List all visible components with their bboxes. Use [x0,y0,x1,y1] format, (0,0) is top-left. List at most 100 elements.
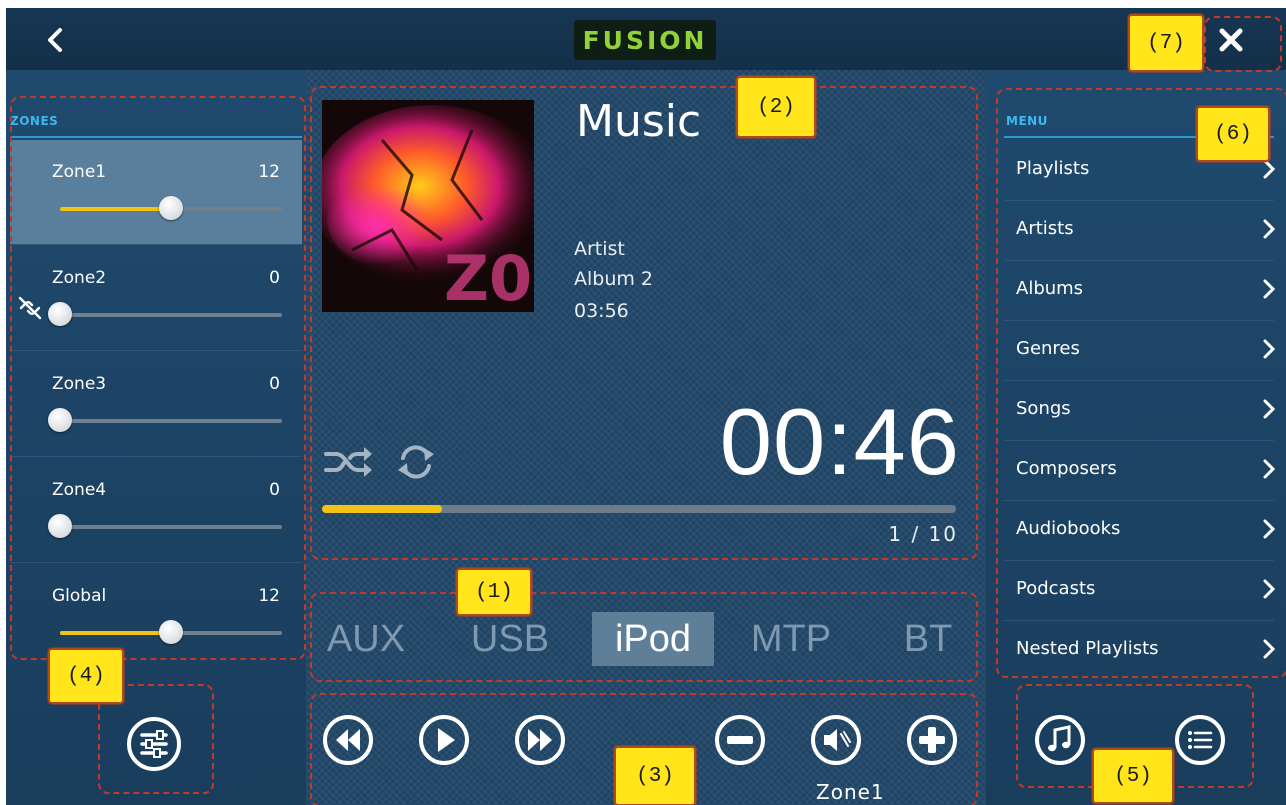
zone-volume-value: 12 [258,586,280,606]
chevron-right-icon [1263,519,1276,539]
source-ipod[interactable]: iPod [592,612,714,666]
volume-down-button[interactable] [714,714,766,766]
source-usb[interactable]: USB [460,612,560,666]
fusion-app-window: FUSION ZONES Zone1 12 Zone2 0 Zone3 0 Zo… [6,8,1286,805]
fast-forward-icon [515,715,565,765]
chevron-right-icon [1263,219,1276,239]
fast-forward-button[interactable] [514,714,566,766]
now-playing-title: Music [576,96,702,147]
album-name: Album 2 [574,268,654,290]
zones-heading-divider [10,136,302,138]
zone-volume-value: 0 [269,480,280,500]
menu-item-label: Artists [1016,218,1074,239]
close-icon [1219,28,1243,52]
artist-name: Artist [574,238,625,260]
menu-item-composers[interactable]: Composers [1004,440,1276,501]
callout-label-4: (4) [48,648,124,704]
album-art-image: Z0 [322,100,534,312]
menu-item-audiobooks[interactable]: Audiobooks [1004,500,1276,561]
slider-knob[interactable] [159,196,183,220]
list-icon [1175,715,1225,765]
zone-row-zone1[interactable]: Zone1 12 [10,140,302,245]
play-button[interactable] [418,714,470,766]
zone-volume-value: 0 [269,268,280,288]
rewind-icon [323,715,373,765]
slider-knob[interactable] [48,408,72,432]
menu-item-label: Composers [1016,458,1117,479]
chevron-right-icon [1263,579,1276,599]
zone-row-zone3[interactable]: Zone3 0 [10,352,302,457]
chevron-right-icon [1263,399,1276,419]
slider-knob[interactable] [48,514,72,538]
zone-volume-slider[interactable] [48,408,282,432]
zone-name: Zone1 [52,162,107,182]
chevron-right-icon [1263,459,1276,479]
menu-item-podcasts[interactable]: Podcasts [1004,560,1276,621]
menu-item-songs[interactable]: Songs [1004,380,1276,441]
menu-item-label: Audiobooks [1016,518,1121,539]
callout-label-7: (7) [1128,14,1204,72]
slider-fill [60,207,171,211]
back-button[interactable] [36,20,76,60]
track-duration: 03:56 [574,300,629,322]
chevron-right-icon [1263,339,1276,359]
close-button[interactable] [1206,18,1256,62]
zone-name: Zone4 [52,480,107,500]
top-bar: FUSION [6,8,1286,71]
callout-label-2: (2) [736,76,816,138]
shuffle-icon[interactable] [322,442,374,482]
source-mtp[interactable]: MTP [736,612,846,666]
list-view-button[interactable] [1174,714,1226,766]
menu-item-genres[interactable]: Genres [1004,320,1276,381]
menu-item-albums[interactable]: Albums [1004,260,1276,321]
zone-volume-slider[interactable] [48,302,282,326]
menu-item-label: Songs [1016,398,1071,419]
plus-icon [907,715,957,765]
mute-icon [811,715,861,765]
zones-heading: ZONES [10,114,59,128]
track-progress-fill [322,505,443,513]
callout-label-6: (6) [1196,106,1270,162]
zone-name: Zone3 [52,374,107,394]
menu-item-label: Podcasts [1016,578,1096,599]
chevron-right-icon [1263,639,1276,659]
music-note-icon [1035,715,1085,765]
zone-volume-slider[interactable] [60,620,282,644]
chevron-right-icon [1263,279,1276,299]
zone-row-zone4[interactable]: Zone4 0 [10,458,302,563]
volume-up-button[interactable] [906,714,958,766]
source-selector: AUX USB iPod MTP BT [316,600,976,680]
controls-zone-label: Zone1 [816,780,885,804]
menu-panel: MENU Playlists Artists Albums Genres Son… [986,70,1286,805]
equalizer-settings-button[interactable] [124,714,184,774]
fusion-logo: FUSION [574,20,716,60]
zone-volume-slider[interactable] [60,196,282,220]
source-bt[interactable]: BT [888,612,968,666]
slider-knob[interactable] [48,302,72,326]
callout-label-5: (5) [1092,748,1174,804]
track-progress-bar[interactable] [322,505,956,513]
zone-row-zone2[interactable]: Zone2 0 [10,246,302,351]
callout-label-1: (1) [456,568,532,616]
menu-heading: MENU [1006,114,1048,128]
now-playing-panel: Z0 Music Artist Album 2 03:56 00:46 1 / … [306,70,986,805]
menu-item-artists[interactable]: Artists [1004,200,1276,261]
menu-item-label: Genres [1016,338,1080,359]
rewind-button[interactable] [322,714,374,766]
slider-knob[interactable] [159,620,183,644]
zone-volume-value: 0 [269,374,280,394]
callout-label-3: (3) [614,746,696,805]
play-icon [419,715,469,765]
track-count: 1 / 10 [888,522,958,546]
zone-name: Zone2 [52,268,107,288]
minus-icon [715,715,765,765]
menu-item-label: Nested Playlists [1016,638,1159,659]
menu-item-nested-playlists[interactable]: Nested Playlists [1004,620,1276,680]
zone-volume-slider[interactable] [48,514,282,538]
repeat-icon[interactable] [394,440,438,484]
source-aux[interactable]: AUX [320,612,412,666]
menu-item-label: Playlists [1016,158,1090,179]
menu-item-label: Albums [1016,278,1084,299]
mute-button[interactable] [810,714,862,766]
music-library-button[interactable] [1034,714,1086,766]
